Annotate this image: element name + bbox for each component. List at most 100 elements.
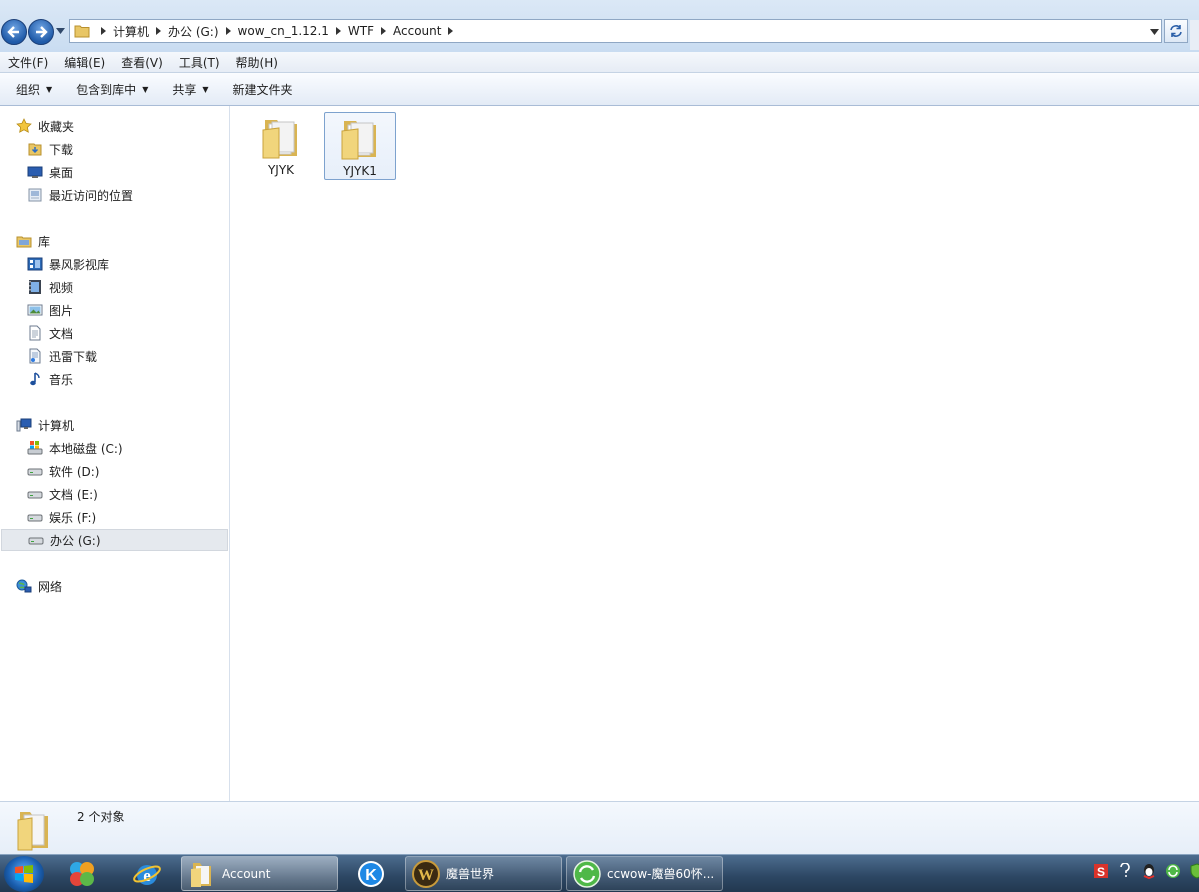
folder-icon bbox=[262, 120, 297, 159]
qq-icon[interactable] bbox=[1140, 862, 1158, 880]
sidebar-item-drive-f[interactable]: 娱乐 (F:) bbox=[27, 506, 96, 528]
sidebar-item-thunder-download[interactable]: 迅雷下载 bbox=[27, 345, 97, 367]
sidebar-item-label: 图片 bbox=[49, 303, 74, 318]
taskbar: e Account K W 魔兽世界 ccwow-魔兽60怀... S bbox=[0, 854, 1199, 892]
new-folder-button[interactable]: 新建文件夹 bbox=[225, 81, 301, 98]
desktop-icon bbox=[27, 164, 43, 180]
sidebar-item-label: 视频 bbox=[49, 280, 74, 295]
include-in-library-label: 包含到库中 bbox=[76, 82, 137, 97]
breadcrumb-drive-g[interactable]: 办公 (G:) bbox=[168, 23, 219, 40]
organize-button[interactable]: 组织 ▼ bbox=[8, 81, 60, 98]
file-list: YJYK YJYK1 bbox=[230, 106, 1199, 801]
sidebar-item-download[interactable]: 下载 bbox=[27, 138, 73, 160]
sidebar-item-label: 暴风影视库 bbox=[49, 257, 110, 272]
include-in-library-button[interactable]: 包含到库中 ▼ bbox=[68, 81, 156, 98]
chevron-right-icon[interactable] bbox=[381, 27, 386, 35]
sidebar-computer[interactable]: 计算机 bbox=[16, 414, 74, 436]
taskbar-task-browser[interactable]: ccwow-魔兽60怀... bbox=[566, 856, 723, 891]
refresh-icon bbox=[1170, 25, 1182, 37]
task-label: 魔兽世界 bbox=[446, 867, 495, 881]
ie-icon: e bbox=[133, 864, 161, 885]
taskbar-task-account[interactable]: Account bbox=[181, 856, 338, 891]
sidebar-item-drive-c[interactable]: 本地磁盘 (C:) bbox=[27, 437, 123, 459]
sidebar-item-drive-e[interactable]: 文档 (E:) bbox=[27, 483, 98, 505]
sidebar-item-video-library[interactable]: 暴风影视库 bbox=[27, 253, 109, 275]
sidebar-computer-label: 计算机 bbox=[38, 418, 75, 433]
forward-button[interactable] bbox=[28, 19, 54, 45]
system-drive-icon bbox=[27, 440, 43, 456]
menu-bar: 文件(F) 编辑(E) 查看(V) 工具(T) 帮助(H) bbox=[0, 52, 1199, 73]
recent-places-icon bbox=[27, 187, 43, 203]
chevron-right-icon[interactable] bbox=[101, 27, 106, 35]
download-folder-icon bbox=[27, 141, 43, 157]
k-app-icon: K bbox=[358, 860, 384, 887]
pinned-k-app-button[interactable]: K bbox=[347, 857, 395, 890]
organize-label: 组织 bbox=[16, 82, 41, 97]
recent-pages-dropdown[interactable] bbox=[56, 28, 65, 34]
music-icon bbox=[27, 371, 43, 387]
sidebar-network[interactable]: 网络 bbox=[16, 575, 62, 597]
sidebar-item-label: 桌面 bbox=[49, 165, 74, 180]
share-button[interactable]: 共享 ▼ bbox=[164, 81, 216, 98]
wow-icon: W bbox=[412, 859, 440, 888]
sidebar-network-label: 网络 bbox=[38, 579, 63, 594]
sidebar-libraries[interactable]: 库 bbox=[16, 230, 50, 252]
sidebar-item-documents[interactable]: 文档 bbox=[27, 322, 73, 344]
sidebar-item-drive-g[interactable]: 办公 (G:) bbox=[1, 529, 228, 551]
breadcrumb-wtf[interactable]: WTF bbox=[348, 24, 374, 38]
sidebar-item-label: 音乐 bbox=[49, 372, 74, 387]
thunder-download-icon bbox=[27, 348, 43, 364]
chevron-right-icon[interactable] bbox=[225, 27, 231, 35]
drive-icon bbox=[28, 532, 44, 548]
ime-settings-icon[interactable] bbox=[1116, 862, 1134, 880]
network-icon bbox=[16, 578, 32, 594]
menu-help[interactable]: 帮助(H) bbox=[228, 54, 286, 71]
address-history-dropdown[interactable] bbox=[1150, 29, 1159, 35]
chevron-right-icon[interactable] bbox=[156, 27, 162, 35]
menu-edit[interactable]: 编辑(E) bbox=[56, 54, 113, 71]
breadcrumb-computer[interactable]: 计算机 bbox=[113, 23, 149, 40]
sidebar-item-label: 文档 bbox=[49, 326, 74, 341]
caret-down-icon: ▼ bbox=[142, 84, 149, 94]
arrow-right-icon bbox=[36, 26, 48, 38]
sidebar-item-pictures[interactable]: 图片 bbox=[27, 299, 73, 321]
chevron-right-icon[interactable] bbox=[448, 27, 454, 35]
start-button[interactable] bbox=[4, 856, 44, 892]
sidebar-item-label: 文档 (E:) bbox=[49, 487, 98, 502]
file-name: YJYK bbox=[267, 163, 295, 177]
sidebar-item-recent-places[interactable]: 最近访问的位置 bbox=[27, 184, 133, 206]
library-icon bbox=[16, 233, 32, 249]
breadcrumb-account[interactable]: Account bbox=[393, 24, 441, 38]
chevron-right-icon[interactable] bbox=[335, 27, 341, 35]
menu-view[interactable]: 查看(V) bbox=[113, 54, 171, 71]
folder-icon bbox=[74, 25, 90, 38]
system-tray: S bbox=[1092, 862, 1199, 880]
browser-icon bbox=[573, 859, 601, 888]
menu-tools[interactable]: 工具(T) bbox=[171, 54, 228, 71]
sidebar-item-desktop[interactable]: 桌面 bbox=[27, 161, 73, 183]
computer-icon bbox=[16, 417, 32, 433]
sidebar-item-drive-d[interactable]: 软件 (D:) bbox=[27, 460, 99, 482]
address-bar[interactable]: 计算机 办公 (G:) wow_cn_1.12.1 WTF Account bbox=[69, 19, 1162, 43]
security-shield-icon[interactable] bbox=[1188, 862, 1199, 880]
green-app-icon[interactable] bbox=[1164, 862, 1182, 880]
taskbar-task-wow[interactable]: W 魔兽世界 bbox=[405, 856, 562, 891]
picture-icon bbox=[27, 302, 43, 318]
sidebar-item-video[interactable]: 视频 bbox=[27, 276, 73, 298]
drive-icon bbox=[27, 509, 43, 525]
folder-item-yjyk[interactable]: YJYK bbox=[245, 112, 317, 180]
breadcrumb-wow-folder[interactable]: wow_cn_1.12.1 bbox=[238, 24, 329, 38]
folder-item-yjyk1[interactable]: YJYK1 bbox=[324, 112, 396, 180]
sidebar-favorites[interactable]: 收藏夹 bbox=[16, 115, 74, 137]
sidebar-item-music[interactable]: 音乐 bbox=[27, 368, 73, 390]
folder-icon bbox=[17, 812, 48, 851]
pinned-ie-button[interactable]: e bbox=[123, 857, 171, 890]
sidebar-item-label: 本地磁盘 (C:) bbox=[49, 441, 123, 456]
input-method-icon[interactable]: S bbox=[1092, 862, 1110, 880]
sidebar-item-label: 迅雷下载 bbox=[49, 349, 98, 364]
menu-file[interactable]: 文件(F) bbox=[0, 54, 56, 71]
pinned-apps-button[interactable] bbox=[58, 857, 106, 890]
svg-text:S: S bbox=[1097, 865, 1105, 879]
refresh-button[interactable] bbox=[1164, 19, 1188, 43]
back-button[interactable] bbox=[1, 19, 27, 45]
